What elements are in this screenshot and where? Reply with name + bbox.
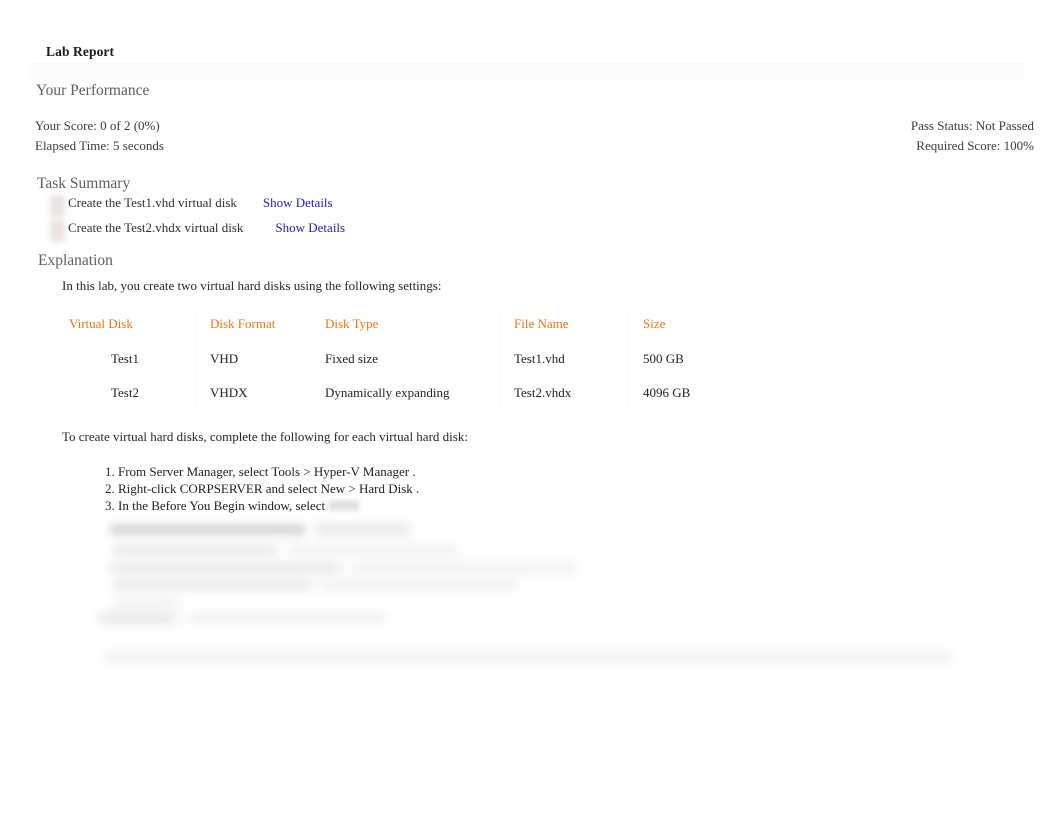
cell-virtual-disk: Test1	[55, 342, 196, 376]
step-text: From Server Manager, select Tools > Hype…	[118, 464, 416, 479]
blurred-content-line	[188, 613, 388, 623]
show-details-link[interactable]: Show Details	[275, 220, 345, 236]
cell-size: 500 GB	[643, 351, 684, 366]
blurred-content-line	[112, 545, 277, 555]
column-header-size: Size	[643, 316, 666, 331]
cell-virtual-disk: Test2	[55, 376, 196, 410]
cell-disk-format: VHDX	[195, 376, 311, 410]
table-header-row: Virtual Disk Disk Format Disk Type File …	[55, 308, 729, 342]
panel-top-bar	[28, 62, 1024, 80]
virtual-disk-settings-table: Virtual Disk Disk Format Disk Type File …	[55, 308, 729, 410]
step-text: In the Before You Begin window, select	[118, 498, 326, 513]
your-score-value: Your Score: 0 of 2 (0%)	[35, 118, 160, 133]
cell-file-name: Test2.vhdx	[499, 376, 629, 410]
required-score-value: Required Score: 100%	[916, 138, 1034, 153]
column-header-disk-format: Disk Format	[195, 308, 311, 342]
list-item: In the Before You Begin window, select	[118, 497, 419, 514]
explanation-intro-text: In this lab, you create two virtual hard…	[62, 278, 442, 293]
cell-disk-type: Fixed size	[310, 342, 500, 376]
elapsed-time-value: Elapsed Time: 5 seconds	[35, 138, 164, 153]
blurred-content-line	[103, 652, 953, 663]
blurred-content-line	[348, 563, 578, 573]
steps-list: From Server Manager, select Tools > Hype…	[96, 463, 419, 514]
column-header-file-name: File Name	[499, 308, 629, 342]
page-title: Lab Report	[46, 44, 115, 59]
blurred-content-line	[285, 545, 460, 555]
list-item: Right-click CORPSERVER and select New > …	[118, 480, 419, 497]
task-label: Create the Test1.vhd virtual disk	[68, 195, 237, 210]
cell-disk-type: Dynamically expanding	[310, 376, 500, 410]
list-item: From Server Manager, select Tools > Hype…	[118, 463, 419, 480]
cell-file-name: Test1.vhd	[499, 342, 629, 376]
steps-intro-text: To create virtual hard disks, complete t…	[62, 429, 468, 444]
blurred-content-line	[112, 580, 312, 590]
incorrect-status-icon	[50, 195, 65, 217]
blurred-content-line	[112, 599, 180, 609]
incorrect-status-icon	[50, 220, 65, 242]
task-label: Create the Test2.vhdx virtual disk	[68, 220, 244, 235]
show-details-link[interactable]: Show Details	[263, 195, 333, 211]
table-row: Test1 VHD Fixed size Test1.vhd 500 GB	[55, 342, 729, 376]
blurred-content-line	[110, 563, 340, 573]
section-heading-your-performance: Your Performance	[36, 82, 150, 99]
blurred-content-line	[98, 613, 176, 624]
table-row: Test2 VHDX Dynamically expanding Test2.v…	[55, 376, 729, 410]
pass-status-value: Pass Status: Not Passed	[910, 118, 1034, 133]
task-row: Create the Test1.vhd virtual disk Show D…	[50, 195, 333, 217]
task-row: Create the Test2.vhdx virtual disk Show …	[50, 220, 345, 242]
blurred-content-line	[315, 524, 410, 535]
column-header-virtual-disk: Virtual Disk	[55, 308, 196, 342]
redacted-text	[329, 500, 360, 511]
column-header-disk-type: Disk Type	[310, 308, 500, 342]
section-heading-task-summary: Task Summary	[37, 175, 131, 192]
cell-size: 4096 GB	[643, 385, 691, 400]
cell-disk-format: VHD	[195, 342, 311, 376]
blurred-content-line	[110, 524, 305, 535]
step-text: Right-click CORPSERVER and select New > …	[118, 481, 420, 496]
blurred-content-line	[318, 580, 518, 590]
section-heading-explanation: Explanation	[38, 252, 113, 269]
